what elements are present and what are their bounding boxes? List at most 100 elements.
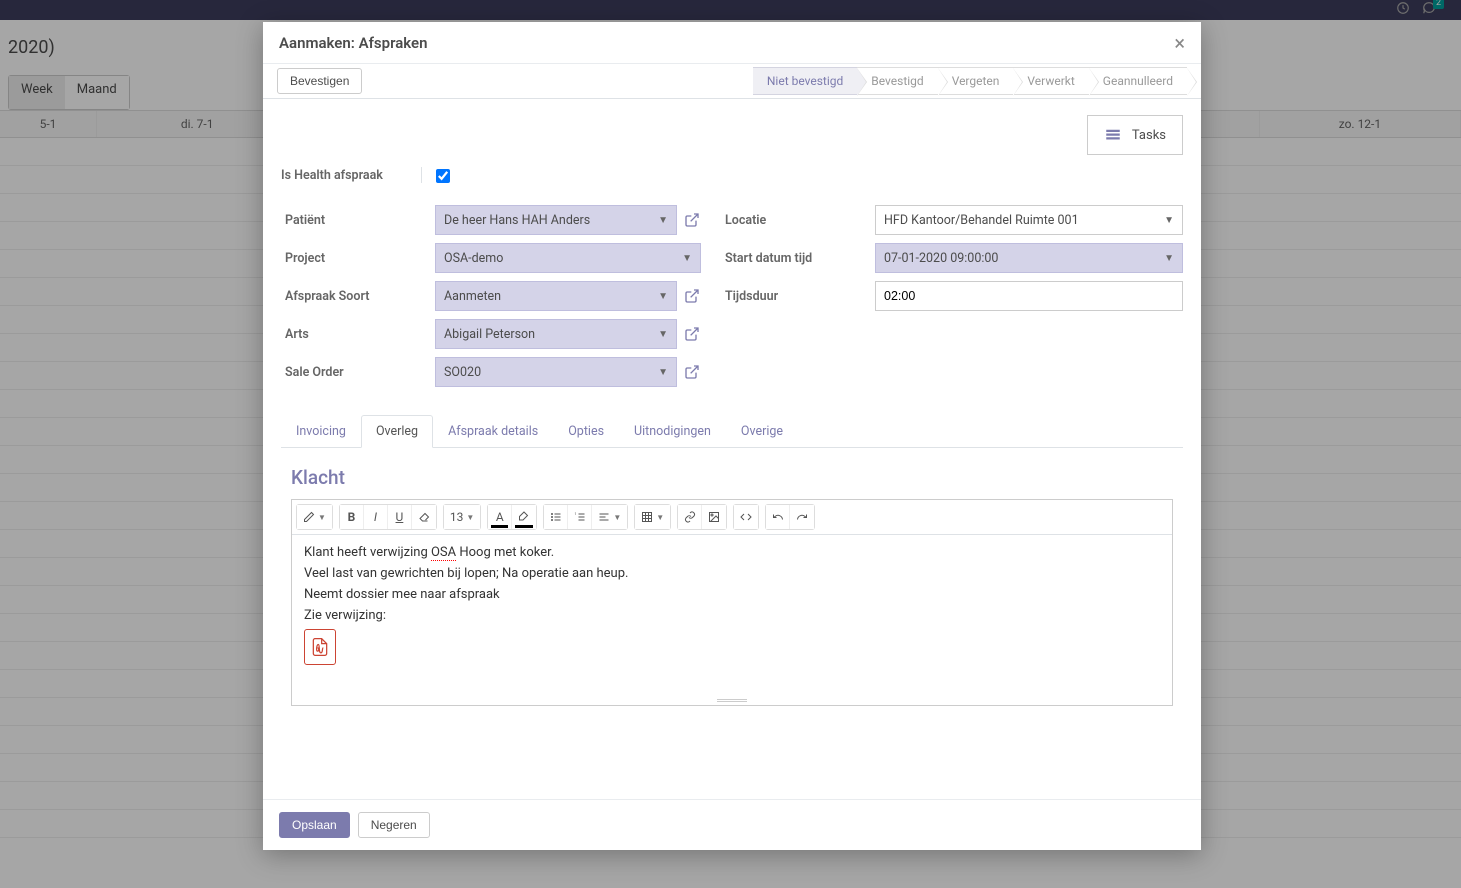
afspraak-soort-select[interactable]: Aanmeten ▼ [435, 281, 677, 311]
tab-overleg[interactable]: Overleg [361, 415, 433, 448]
tab-afspraak-details[interactable]: Afspraak details [433, 415, 553, 448]
project-select[interactable]: OSA-demo ▼ [435, 243, 701, 273]
start-datetime-select[interactable]: 07-01-2020 09:00:00 ▼ [875, 243, 1183, 273]
tasks-button[interactable]: Tasks [1087, 115, 1183, 155]
discard-button[interactable]: Negeren [358, 812, 430, 838]
code-icon [740, 511, 752, 523]
stage-bevestigd[interactable]: Bevestigd [857, 67, 937, 95]
close-icon[interactable]: × [1174, 31, 1185, 55]
status-stages: Niet bevestigd Bevestigd Vergeten Verwer… [753, 67, 1187, 95]
ordered-list-button[interactable]: 1 [568, 505, 592, 529]
tijdsduur-label: Tijdsduur [725, 289, 875, 304]
fields-columns: Patiënt De heer Hans HAH Anders ▼ [281, 205, 1183, 395]
form-tabs: Invoicing Overleg Afspraak details Optie… [281, 415, 1183, 448]
italic-button[interactable]: I [364, 505, 388, 529]
locatie-select[interactable]: HFD Kantoor/Behandel Ruimte 001 ▼ [875, 205, 1183, 235]
field-afspraak-soort: Afspraak Soort Aanmeten ▼ [285, 281, 701, 311]
tab-invoicing[interactable]: Invoicing [281, 415, 361, 448]
stage-niet-bevestigd[interactable]: Niet bevestigd [753, 67, 857, 95]
confirm-button[interactable]: Bevestigen [277, 68, 362, 94]
tab-overige[interactable]: Overige [726, 415, 798, 448]
svg-text:1: 1 [574, 511, 576, 516]
tijdsduur-input[interactable] [875, 281, 1183, 311]
code-view-button[interactable] [734, 505, 758, 529]
modal-footer: Opslaan Negeren [263, 799, 1201, 850]
link-icon [684, 511, 696, 523]
caret-down-icon: ▼ [658, 215, 668, 226]
modal-header: Aanmaken: Afspraken × [263, 22, 1201, 64]
align-icon [598, 511, 610, 523]
pencil-icon [303, 511, 315, 523]
editor-content[interactable]: Klant heeft verwijzing OSA Hoog met koke… [292, 535, 1172, 695]
afspraak-soort-label: Afspraak Soort [285, 289, 435, 304]
statusbar: Bevestigen Niet bevestigd Bevestigd Verg… [263, 64, 1201, 99]
external-link-icon[interactable] [683, 287, 701, 305]
external-link-icon[interactable] [683, 211, 701, 229]
caret-down-icon: ▼ [1164, 215, 1174, 226]
arts-label: Arts [285, 327, 435, 342]
stage-vergeten[interactable]: Vergeten [938, 67, 1014, 95]
start-label: Start datum tijd [725, 251, 875, 266]
is-health-label: Is Health afspraak [281, 168, 431, 183]
editor-resize-handle[interactable] [292, 695, 1172, 705]
sale-order-select[interactable]: SO020 ▼ [435, 357, 677, 387]
pdf-attachment[interactable] [304, 629, 336, 665]
undo-icon [772, 511, 784, 523]
caret-down-icon: ▼ [682, 253, 692, 264]
patient-select[interactable]: De heer Hans HAH Anders ▼ [435, 205, 677, 235]
unordered-list-button[interactable] [544, 505, 568, 529]
stage-geannulleerd[interactable]: Geannulleerd [1089, 67, 1187, 95]
field-arts: Arts Abigail Peterson ▼ [285, 319, 701, 349]
bold-button[interactable]: B [340, 505, 364, 529]
table-icon [641, 511, 653, 523]
bg-color-button[interactable] [512, 505, 536, 529]
richtext-editor: ▼ B I U 13▼ [291, 499, 1173, 706]
table-dropdown[interactable]: ▼ [635, 505, 670, 529]
modal-title: Aanmaken: Afspraken [279, 34, 428, 52]
caret-down-icon: ▼ [1164, 253, 1174, 264]
field-tijdsduur: Tijdsduur [725, 281, 1183, 311]
fontsize-dropdown[interactable]: 13▼ [444, 505, 480, 529]
tasks-button-label: Tasks [1132, 128, 1166, 143]
link-button[interactable] [678, 505, 702, 529]
field-is-health: Is Health afspraak [281, 167, 1183, 183]
list-ul-icon [550, 511, 562, 523]
section-title-klacht: Klacht [291, 466, 1173, 489]
list-ol-icon: 1 [574, 511, 586, 523]
image-icon [708, 511, 720, 523]
is-health-checkbox[interactable] [436, 169, 450, 183]
image-button[interactable] [702, 505, 726, 529]
external-link-icon[interactable] [683, 363, 701, 381]
patient-value: De heer Hans HAH Anders [444, 213, 590, 228]
eraser-icon [418, 511, 430, 523]
align-dropdown[interactable]: ▼ [592, 505, 627, 529]
redo-button[interactable] [790, 505, 814, 529]
font-color-button[interactable]: A [488, 505, 512, 529]
stage-verwerkt[interactable]: Verwerkt [1013, 67, 1088, 95]
clear-format-button[interactable] [412, 505, 436, 529]
underline-button[interactable]: U [388, 505, 412, 529]
field-start: Start datum tijd 07-01-2020 09:00:00 ▼ [725, 243, 1183, 273]
patient-label: Patiënt [285, 213, 435, 228]
pdf-icon [310, 635, 330, 659]
highlight-icon [518, 511, 530, 523]
field-project: Project OSA-demo ▼ [285, 243, 701, 273]
caret-down-icon: ▼ [658, 329, 668, 340]
appointment-modal: Aanmaken: Afspraken × Bevestigen Niet be… [263, 22, 1201, 850]
editor-style-dropdown[interactable]: ▼ [297, 505, 332, 529]
caret-down-icon: ▼ [658, 291, 668, 302]
editor-toolbar: ▼ B I U 13▼ [292, 500, 1172, 535]
save-button[interactable]: Opslaan [279, 812, 350, 838]
external-link-icon[interactable] [683, 325, 701, 343]
field-patient: Patiënt De heer Hans HAH Anders ▼ [285, 205, 701, 235]
undo-button[interactable] [766, 505, 790, 529]
modal-body: Bevestigen Niet bevestigd Bevestigd Verg… [263, 64, 1201, 799]
tab-opties[interactable]: Opties [553, 415, 619, 448]
redo-icon [796, 511, 808, 523]
project-label: Project [285, 251, 435, 266]
sale-order-label: Sale Order [285, 365, 435, 380]
arts-select[interactable]: Abigail Peterson ▼ [435, 319, 677, 349]
field-sale-order: Sale Order SO020 ▼ [285, 357, 701, 387]
tab-content-overleg: Klacht ▼ B I U [281, 448, 1183, 716]
tab-uitnodigingen[interactable]: Uitnodigingen [619, 415, 726, 448]
